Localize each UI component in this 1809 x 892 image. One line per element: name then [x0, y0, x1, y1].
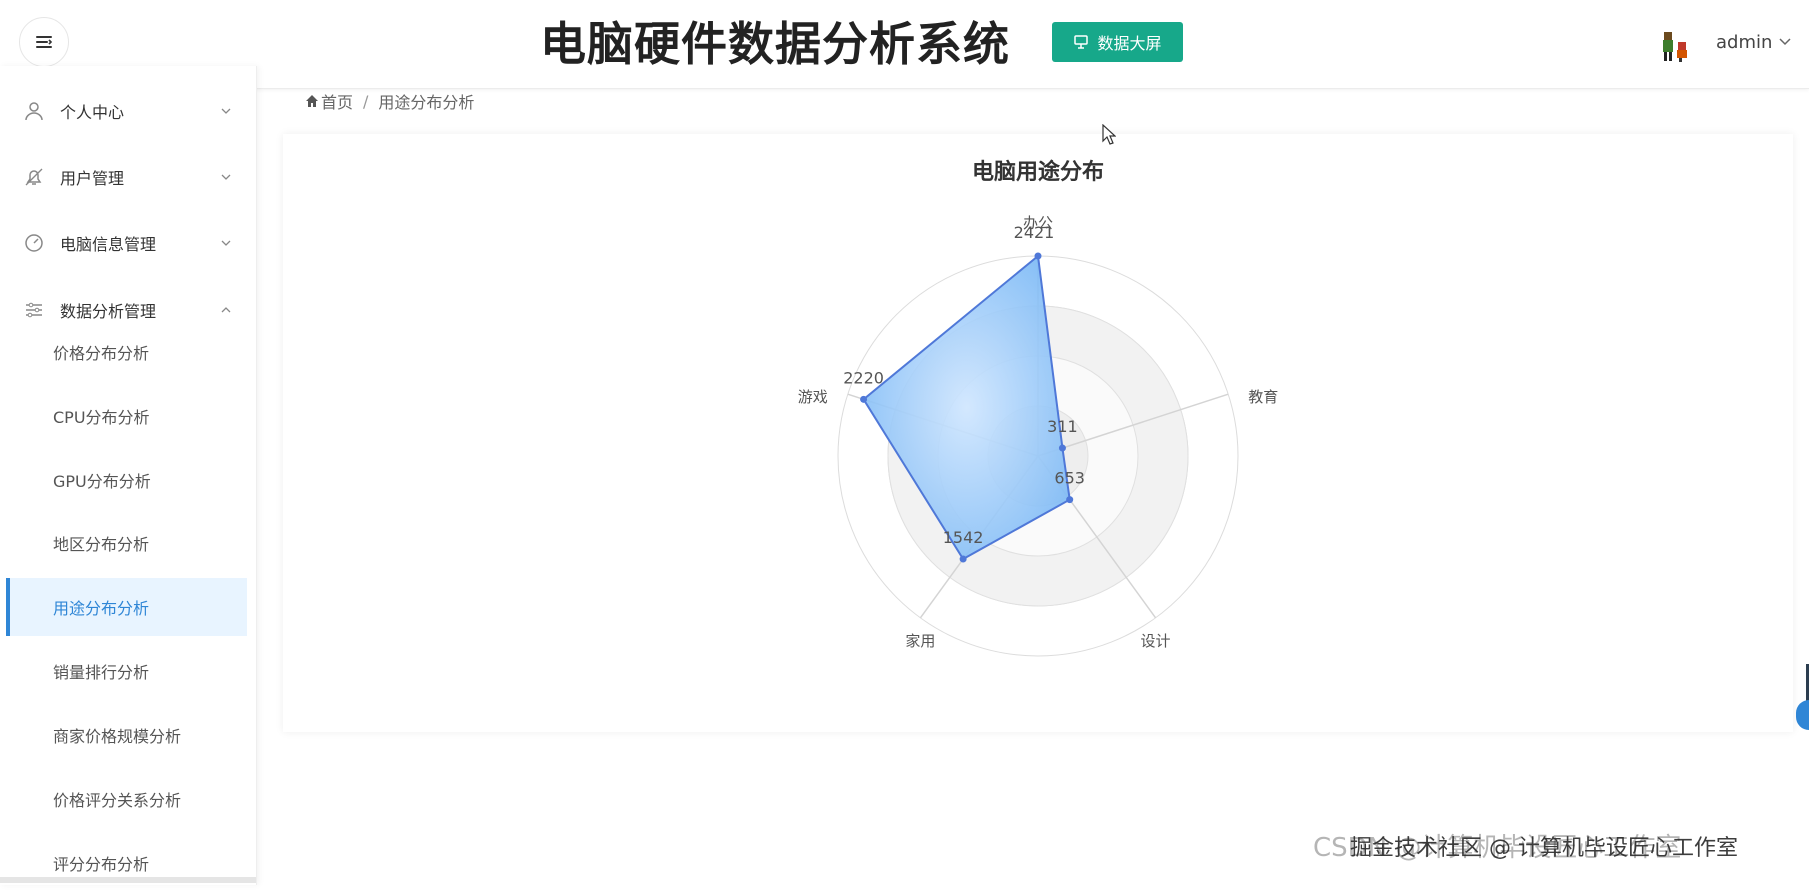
data-label: 1542: [943, 528, 984, 547]
radar-point: [1066, 496, 1074, 504]
floating-button[interactable]: [1796, 700, 1809, 730]
chevron-down-icon: [221, 240, 231, 246]
sidebar-item-label: 价格评分关系分析: [53, 791, 182, 810]
sidebar-item-label: 地区分布分析: [53, 535, 150, 554]
sidebar-item-label: 销量排行分析: [53, 663, 150, 682]
monitor-icon: [1074, 35, 1089, 49]
hamburger-icon: [36, 36, 53, 48]
radar-chart: 电脑用途分布242131165315422220办公教育设计家用游戏: [798, 159, 1278, 657]
breadcrumb-current: 用途分布分析: [378, 93, 475, 112]
sidebar-item-label: 评分分布分析: [53, 855, 150, 874]
sliders-icon: [26, 302, 42, 318]
sidebar-item-label: 价格分布分析: [53, 344, 150, 363]
gauge-icon: [25, 234, 43, 252]
home-icon: [306, 95, 318, 107]
big-screen-label: 数据大屏: [1097, 34, 1162, 53]
sidebar-group-label: 个人中心: [60, 103, 125, 122]
mouse-cursor-icon: [1102, 124, 1116, 145]
data-label: 311: [1047, 417, 1078, 436]
radar-point: [1034, 252, 1042, 260]
watermark-juejin: 掘金技术社区 @ 计算机毕设匠心工作室: [1350, 836, 1738, 861]
sidebar-item-sales-ranking[interactable]: 销量排行分析: [6, 642, 247, 700]
chart-card: 电脑用途分布 2421 311 653 1542 2220 办公 教育 设计 家用 游戏: [283, 134, 1793, 732]
sidebar-item-region-distribution[interactable]: 地区分布分析: [6, 514, 247, 572]
sidebar-group-label: 用户管理: [60, 169, 125, 188]
breadcrumb-separator: /: [363, 91, 369, 111]
sidebar-item-cpu-distribution[interactable]: CPU分布分析: [6, 387, 247, 445]
indicator-label: 设计: [1141, 632, 1171, 650]
radar-point: [860, 395, 868, 403]
radar-point: [1058, 444, 1066, 452]
avatar[interactable]: [1658, 28, 1694, 64]
indicator-label: 办公: [1023, 214, 1053, 232]
indicator-label: 教育: [1248, 388, 1278, 406]
sidebar-item-price-rating-relation[interactable]: 价格评分关系分析: [6, 770, 247, 828]
data-label: 2220: [843, 368, 884, 387]
chevron-down-icon: [221, 174, 231, 180]
top-header: 电脑硬件数据分析系统 数据大屏 admin: [0, 0, 1809, 89]
chevron-up-icon: [221, 307, 231, 313]
page-title: 电脑硬件数据分析系统: [540, 17, 1010, 71]
breadcrumb-home[interactable]: 首页: [321, 89, 353, 113]
radar-point: [959, 555, 967, 563]
indicator-label: 家用: [905, 632, 935, 650]
menu-toggle-button[interactable]: [19, 17, 69, 67]
sidebar-item-label: 商家价格规模分析: [53, 727, 182, 746]
username[interactable]: admin: [1716, 32, 1772, 53]
sidebar-item-gpu-distribution[interactable]: GPU分布分析: [6, 451, 247, 509]
sidebar-group-personal[interactable]: 个人中心: [0, 86, 256, 136]
chart-title: 电脑用途分布: [972, 159, 1104, 185]
data-big-screen-button[interactable]: 数据大屏: [1052, 22, 1183, 62]
sidebar-item-rating-distribution[interactable]: 评分分布分析: [6, 834, 247, 892]
chevron-down-icon[interactable]: [1778, 34, 1792, 48]
sidebar-group-computer-info[interactable]: 电脑信息管理: [0, 218, 256, 268]
sidebar-item-price-distribution[interactable]: 价格分布分析: [6, 323, 247, 381]
sidebar-item-usage-distribution[interactable]: 用途分布分析: [6, 578, 247, 636]
sidebar-group-label: 数据分析管理: [60, 302, 157, 321]
chevron-down-icon: [221, 108, 231, 114]
bell-icon: [25, 168, 43, 186]
breadcrumb: 首页 / 用途分布分析: [305, 88, 474, 114]
sidebar-item-label: 用途分布分析: [53, 599, 150, 618]
sidebar-group-label: 电脑信息管理: [60, 235, 157, 254]
user-icon: [25, 102, 43, 121]
sidebar-item-label: CPU分布分析: [53, 408, 150, 427]
indicator-label: 游戏: [798, 388, 828, 406]
sidebar-item-merchant-price-scale[interactable]: 商家价格规模分析: [6, 706, 247, 764]
sidebar-item-label: GPU分布分析: [53, 472, 151, 491]
sidebar-group-users[interactable]: 用户管理: [0, 152, 256, 202]
sidebar: 个人中心 用户管理 电脑信息管理 数据分析管理 价格分布分析 CPU分布分析 G…: [0, 66, 257, 885]
sidebar-scrollbar[interactable]: [0, 877, 256, 883]
data-label: 653: [1054, 469, 1085, 488]
